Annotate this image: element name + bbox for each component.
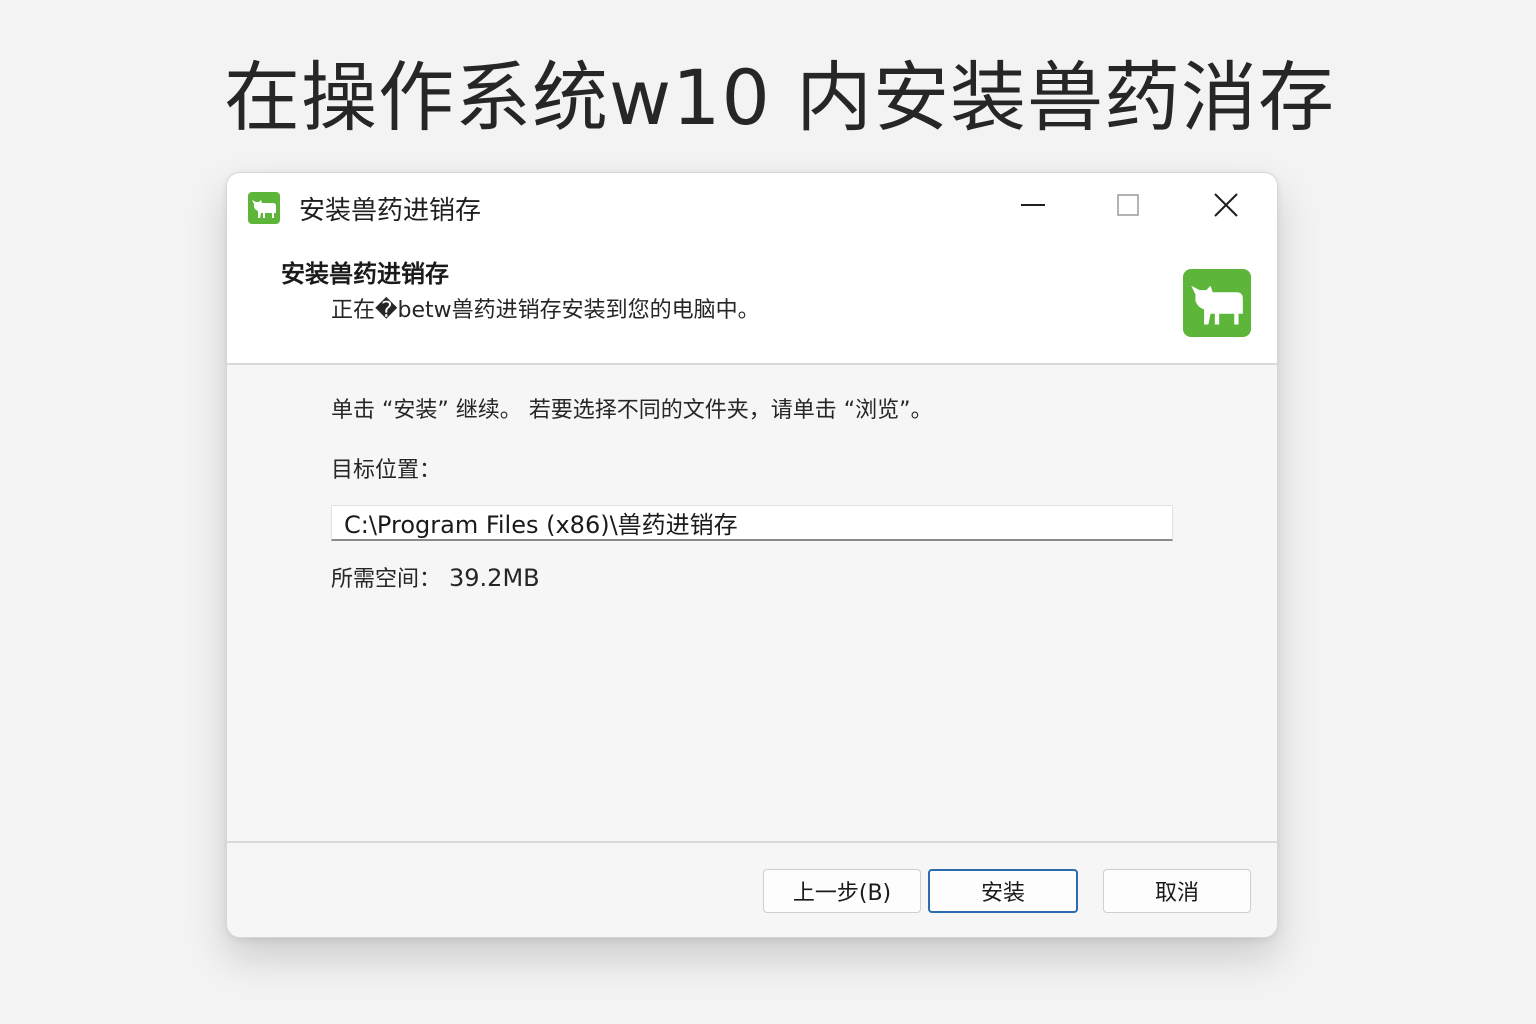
minimize-icon [1020, 192, 1046, 222]
space-label: 所需空间： [331, 567, 442, 592]
installer-footer: 上一步(B) 安装 取消 [227, 841, 1277, 937]
minimize-button[interactable] [1005, 185, 1061, 229]
installer-body: 单击 “安装” 继续。 若要选择不同的文件夹，请单击 “浏览”。 目标位置： 所… [227, 365, 1277, 841]
installer-header: 安装兽药进销存 正在�betw兽药进销存安装到您的电脑中。 [227, 245, 1277, 365]
cancel-button[interactable]: 取消 [1103, 869, 1251, 913]
destination-label: 目标位置： [331, 458, 442, 483]
cow-icon [1183, 269, 1251, 337]
header-title: 安装兽药进销存 [281, 260, 449, 288]
installer-window: 安装兽药进销存 安装兽药进销存 正在�betw兽药进销存安装到您的电脑中。 单击… [226, 172, 1278, 938]
install-button[interactable]: 安装 [928, 869, 1078, 913]
instruction-text: 单击 “安装” 继续。 若要选择不同的文件夹，请单击 “浏览”。 [331, 398, 933, 423]
space-required: 所需空间： 39.2MB [331, 561, 540, 597]
page-heading: 在操作系统w10 内安装兽药消存 [224, 53, 1336, 142]
title-bar[interactable]: 安装兽药进销存 [227, 173, 1277, 245]
header-subtitle: 正在�betw兽药进销存安装到您的电脑中。 [331, 298, 760, 323]
maximize-icon [1116, 193, 1140, 221]
close-icon [1213, 192, 1239, 222]
close-button[interactable] [1198, 185, 1254, 229]
destination-path-input[interactable] [331, 505, 1173, 541]
maximize-button[interactable] [1100, 185, 1156, 229]
space-value: 39.2MB [449, 564, 540, 592]
window-title: 安装兽药进销存 [299, 196, 482, 226]
back-button[interactable]: 上一步(B) [763, 869, 921, 913]
cow-icon [248, 192, 280, 224]
